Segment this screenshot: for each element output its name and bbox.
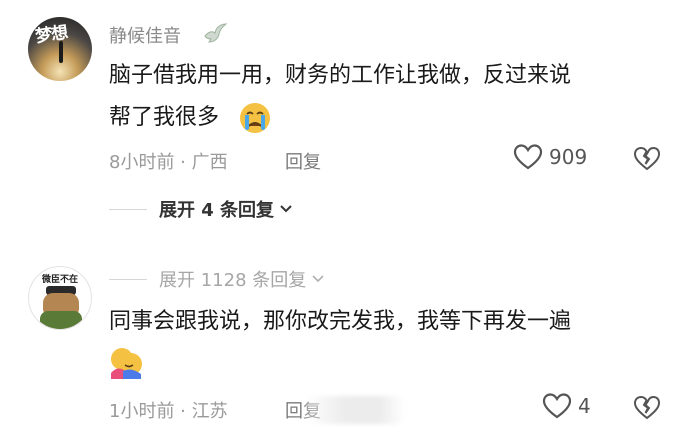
avatar-text: 微臣不在 — [41, 275, 78, 285]
reply-button[interactable]: 回复 — [285, 148, 321, 174]
divider-line — [109, 208, 147, 210]
expand-replies-button[interactable]: 展开 4 条回复 — [109, 196, 293, 222]
expand-replies-button[interactable]: 展开 1128 条回复 — [109, 266, 325, 292]
chevron-down-icon — [280, 205, 292, 213]
avatar-figure — [59, 41, 63, 63]
comment-text-line: 帮了我很多 — [109, 105, 220, 130]
crying-face-emoji — [240, 103, 270, 133]
divider-line — [109, 278, 147, 280]
avatar[interactable]: 梦想 — [28, 17, 92, 81]
avatar-text: 梦想 — [34, 22, 69, 48]
time-location: 8小时前 · 广西 — [109, 152, 228, 173]
heart-icon — [542, 393, 572, 419]
expand-label: 展开 4 条回复 — [159, 200, 275, 221]
like-button[interactable]: 909 — [513, 143, 587, 171]
like-button[interactable]: 4 — [542, 392, 591, 420]
avatar[interactable]: 微臣不在 — [28, 266, 92, 330]
avatar-robe — [40, 311, 82, 329]
hugging-face-emoji — [111, 348, 142, 379]
like-count: 909 — [549, 145, 588, 169]
broken-heart-icon[interactable] — [633, 394, 661, 422]
like-count: 4 — [578, 394, 591, 418]
broken-heart-icon[interactable] — [633, 145, 661, 173]
time-location: 1小时前 · 江苏 — [109, 401, 228, 422]
chevron-down-icon — [312, 275, 324, 283]
username[interactable]: 静候佳音 — [109, 22, 181, 48]
comment-text-line: 同事会跟我说，那你改完发我，我等下再发一遍 — [109, 309, 572, 334]
comment-text-line: 脑子借我用一用，财务的工作让我做，反过来说 — [109, 63, 572, 88]
dove-icon — [204, 23, 228, 43]
heart-icon — [513, 144, 543, 170]
watermark-blur — [305, 396, 405, 424]
expand-label: 展开 1128 条回复 — [159, 270, 307, 291]
